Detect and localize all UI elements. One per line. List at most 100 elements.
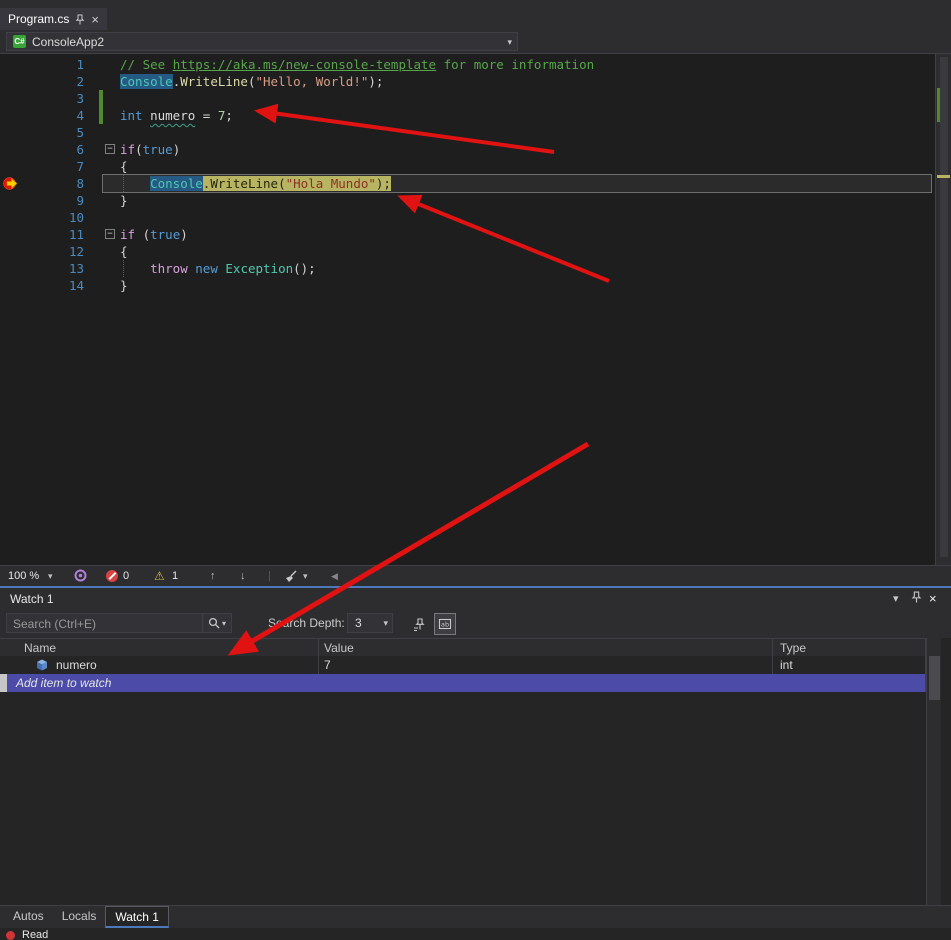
add-watch-row[interactable]: Add item to watch bbox=[0, 674, 925, 692]
format-toggle-button[interactable]: ab bbox=[434, 613, 456, 635]
fold-toggle-icon[interactable]: − bbox=[105, 144, 115, 154]
error-icon[interactable] bbox=[106, 570, 118, 582]
watch-vertical-scrollbar[interactable] bbox=[926, 638, 941, 905]
window-position-icon[interactable]: ▾ bbox=[893, 592, 899, 605]
project-name: ConsoleApp2 bbox=[32, 35, 104, 49]
project-dropdown[interactable]: C# ConsoleApp2 ▾ bbox=[6, 32, 518, 51]
column-header-value[interactable]: Value bbox=[324, 641, 354, 655]
code-line[interactable]: 14} bbox=[0, 277, 935, 294]
hscroll-left-icon[interactable]: ◀ bbox=[331, 566, 338, 586]
pin-icon[interactable] bbox=[75, 14, 85, 25]
current-statement-arrow-icon[interactable] bbox=[3, 176, 18, 191]
code-text: throw new Exception(); bbox=[120, 260, 316, 277]
code-line[interactable]: 5 bbox=[0, 124, 935, 141]
code-token: Console bbox=[150, 176, 203, 191]
column-header-name[interactable]: Name bbox=[24, 641, 56, 655]
code-token: ) bbox=[173, 142, 181, 157]
editor-vertical-scrollbar[interactable] bbox=[935, 54, 951, 565]
change-bar bbox=[99, 90, 103, 107]
code-line[interactable]: 9} bbox=[0, 192, 935, 209]
code-text: } bbox=[120, 277, 128, 294]
code-token: new bbox=[195, 261, 218, 276]
code-line[interactable]: 7{ bbox=[0, 158, 935, 175]
code-line[interactable]: 3 bbox=[0, 90, 935, 107]
watch-search-box[interactable]: ▾ bbox=[6, 613, 232, 633]
zoom-control[interactable]: 100 % bbox=[8, 566, 39, 586]
code-text: Console.WriteLine("Hello, World!"); bbox=[120, 73, 383, 90]
watch-window: Watch 1 ▾ × ▾ Search Depth: 3 ▾ bbox=[0, 588, 951, 928]
code-token: WriteLine bbox=[180, 74, 248, 89]
search-depth-dropdown[interactable]: 3 ▾ bbox=[347, 613, 393, 633]
watch-grid-header[interactable]: Name Value Type bbox=[0, 638, 925, 656]
breakpoint-icon bbox=[6, 931, 15, 940]
code-token: } bbox=[120, 193, 128, 208]
pin-icon[interactable] bbox=[911, 591, 922, 606]
warning-icon[interactable]: ⚠ bbox=[154, 566, 165, 586]
code-token: ); bbox=[368, 74, 383, 89]
code-line[interactable]: 10 bbox=[0, 209, 935, 226]
tab-title: Program.cs bbox=[8, 12, 69, 26]
code-line[interactable]: 8 Console.WriteLine("Hola Mundo"); bbox=[0, 175, 935, 192]
code-health-icon[interactable] bbox=[74, 569, 87, 583]
code-token: if bbox=[120, 227, 135, 242]
code-token: int bbox=[120, 108, 143, 123]
column-header-type[interactable]: Type bbox=[780, 641, 806, 655]
line-number: 2 bbox=[0, 73, 84, 90]
code-token: ( bbox=[135, 142, 143, 157]
current-line-marker bbox=[937, 175, 950, 178]
zoom-caret-icon[interactable]: ▾ bbox=[48, 566, 53, 586]
error-count[interactable]: 0 bbox=[123, 566, 129, 586]
close-icon[interactable]: × bbox=[91, 13, 99, 26]
code-cleanup-broom-icon[interactable] bbox=[284, 570, 298, 583]
change-bar bbox=[99, 107, 103, 124]
code-line[interactable]: 1// See https://aka.ms/new-console-templ… bbox=[0, 56, 935, 73]
tab-locals[interactable]: Locals bbox=[53, 906, 106, 928]
prev-issue-icon[interactable]: ↑ bbox=[210, 566, 216, 586]
watch-value-cell[interactable]: 7 bbox=[324, 658, 331, 672]
watch-name-cell[interactable]: numero bbox=[56, 658, 97, 672]
broom-caret-icon[interactable]: ▾ bbox=[303, 566, 308, 586]
pin-values-button[interactable] bbox=[408, 613, 430, 635]
code-editor[interactable]: 1// See https://aka.ms/new-console-templ… bbox=[0, 54, 935, 565]
tab-program-cs[interactable]: Program.cs × bbox=[0, 8, 107, 30]
code-line[interactable]: 6−if(true) bbox=[0, 141, 935, 158]
tab-autos[interactable]: Autos bbox=[4, 906, 53, 928]
code-token: Exception bbox=[225, 261, 293, 276]
code-line[interactable]: 11−if (true) bbox=[0, 226, 935, 243]
code-token: { bbox=[120, 244, 128, 259]
code-line[interactable]: 13 throw new Exception(); bbox=[0, 260, 935, 277]
tool-window-tabs: AutosLocalsWatch 1 bbox=[0, 905, 951, 928]
code-token: ( bbox=[143, 227, 151, 242]
code-text: { bbox=[120, 243, 128, 260]
scrollbar-thumb[interactable] bbox=[929, 656, 940, 700]
code-line[interactable]: 2 Console.WriteLine("Hello, World!"); bbox=[0, 73, 935, 90]
search-input[interactable] bbox=[11, 615, 183, 633]
navigation-bar: C# ConsoleApp2 ▾ bbox=[0, 30, 951, 54]
line-number: 7 bbox=[0, 158, 84, 175]
next-issue-icon[interactable]: ↓ bbox=[240, 566, 246, 586]
code-text: { bbox=[120, 158, 128, 175]
code-token: Console bbox=[120, 74, 173, 89]
watch-titlebar[interactable]: Watch 1 ▾ × bbox=[0, 588, 951, 610]
code-line[interactable]: 4int numero = 7; bbox=[0, 107, 935, 124]
code-token: if bbox=[120, 142, 135, 157]
search-icon bbox=[208, 617, 220, 629]
code-token: https://aka.ms/new-console-template bbox=[173, 57, 436, 72]
warning-count[interactable]: 1 bbox=[172, 566, 178, 586]
chevron-down-icon: ▾ bbox=[222, 619, 226, 628]
code-token: "Hola Mundo" bbox=[286, 176, 376, 191]
line-number: 3 bbox=[0, 90, 84, 107]
close-icon[interactable]: × bbox=[929, 591, 937, 606]
watch-type-cell: int bbox=[780, 658, 793, 672]
scrollbar-thumb[interactable] bbox=[940, 57, 948, 557]
code-token: = bbox=[195, 108, 218, 123]
watch-row[interactable]: numero 7 int bbox=[0, 656, 925, 674]
pin-values-icon bbox=[413, 618, 426, 631]
code-line[interactable]: 12{ bbox=[0, 243, 935, 260]
code-token bbox=[135, 227, 143, 242]
row-selection[interactable] bbox=[7, 674, 925, 692]
tab-watch-1[interactable]: Watch 1 bbox=[105, 906, 169, 928]
search-button[interactable]: ▾ bbox=[202, 614, 231, 632]
fold-toggle-icon[interactable]: − bbox=[105, 229, 115, 239]
code-token: "Hello, World!" bbox=[255, 74, 368, 89]
